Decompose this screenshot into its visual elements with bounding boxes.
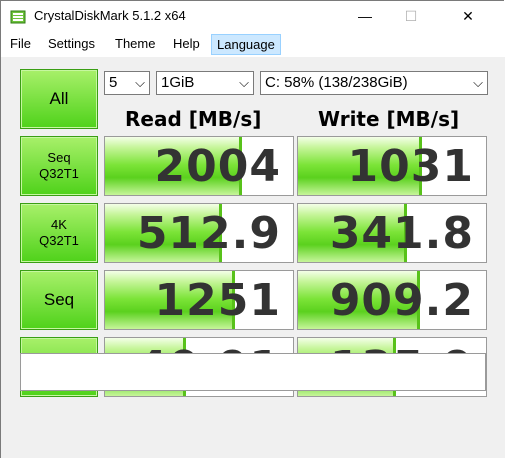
write-value: 341.8	[329, 208, 474, 259]
title-bar[interactable]: CrystalDiskMark 5.1.2 x64 — ☐ ✕	[1, 1, 505, 33]
test-label-line1: Seq	[47, 150, 71, 165]
read-value: 2004	[154, 141, 281, 192]
read-result-cell: 2004	[104, 136, 294, 196]
run-all-label: All	[49, 89, 69, 108]
test-label-line1: Seq	[43, 290, 75, 309]
write-result-cell: 909.2	[297, 270, 487, 330]
write-result-cell: 341.8	[297, 203, 487, 263]
run-all-button[interactable]: All	[20, 69, 98, 129]
menu-settings[interactable]: Settings	[48, 36, 95, 51]
read-value: 1251	[154, 275, 281, 326]
test-label-line2: Q32T1	[39, 233, 79, 248]
menu-language[interactable]: Language	[211, 34, 281, 55]
write-header: Write [MB/s]	[318, 107, 460, 131]
window-title: CrystalDiskMark 5.1.2 x64	[34, 8, 186, 23]
read-header: Read [MB/s]	[125, 107, 262, 131]
test-size-select[interactable]: 1GiB ⌵	[156, 71, 254, 95]
test-button-seq[interactable]: Seq	[20, 270, 98, 330]
minimize-button[interactable]: —	[342, 1, 388, 31]
menu-bar: File Settings Theme Help Language	[1, 33, 505, 58]
maximize-button[interactable]: ☐	[388, 1, 434, 31]
read-result-cell: 1251	[104, 270, 294, 330]
test-label-line2: Q32T1	[39, 166, 79, 181]
app-window: CrystalDiskMark 5.1.2 x64 — ☐ ✕ File Set…	[0, 0, 505, 458]
main-panel: All 5 ⌵ 1GiB ⌵ C: 58% (138/238GiB) ⌵ Rea…	[1, 58, 505, 458]
menu-theme[interactable]: Theme	[115, 36, 155, 51]
write-value: 1031	[347, 141, 474, 192]
drive-value: C: 58% (138/238GiB)	[265, 74, 408, 91]
app-icon	[10, 10, 26, 24]
read-value: 512.9	[136, 208, 281, 259]
test-count-select[interactable]: 5 ⌵	[104, 71, 150, 95]
test-count-value: 5	[109, 74, 118, 91]
test-button-4k-q32t1[interactable]: 4K Q32T1	[20, 203, 98, 263]
write-value: 909.2	[329, 275, 474, 326]
chevron-down-icon: ⌵	[473, 75, 483, 90]
menu-file[interactable]: File	[10, 36, 31, 51]
close-button[interactable]: ✕	[445, 1, 491, 31]
chevron-down-icon: ⌵	[239, 75, 249, 90]
chevron-down-icon: ⌵	[135, 75, 145, 90]
write-result-cell: 1031	[297, 136, 487, 196]
menu-help[interactable]: Help	[173, 36, 200, 51]
test-size-value: 1GiB	[161, 74, 195, 91]
read-result-cell: 512.9	[104, 203, 294, 263]
drive-select[interactable]: C: 58% (138/238GiB) ⌵	[260, 71, 488, 95]
test-label-line1: 4K	[51, 217, 67, 232]
comment-field[interactable]	[20, 353, 486, 391]
test-button-seq-q32t1[interactable]: Seq Q32T1	[20, 136, 98, 196]
